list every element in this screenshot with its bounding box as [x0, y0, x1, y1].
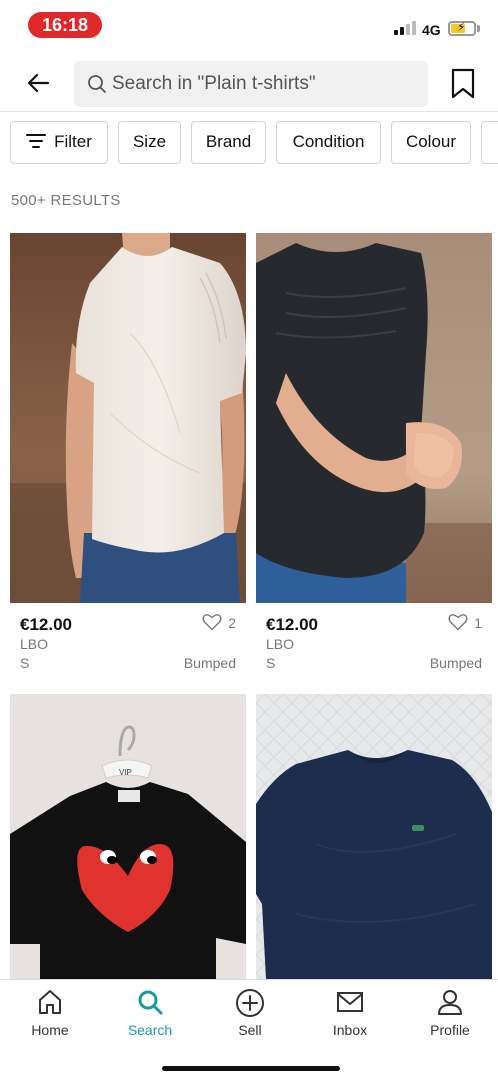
item-card[interactable]: VIP	[10, 694, 246, 979]
heart-icon	[202, 614, 222, 631]
battery-icon: ⚡	[448, 20, 476, 36]
item-size: S	[20, 655, 30, 671]
filter-chip-label: Size	[132, 132, 167, 151]
search-input[interactable]	[112, 61, 417, 107]
item-photo[interactable]	[256, 233, 492, 603]
item-photo[interactable]: VIP	[10, 694, 246, 979]
item-card[interactable]: €12.00 1 LBO S Bumped	[256, 233, 492, 671]
nav-search-label: Search	[127, 1022, 173, 1038]
network-label: 4G	[422, 22, 441, 38]
hanger-label: VIP	[119, 768, 132, 777]
item-card[interactable]: €12.00 2 LBO S Bumped	[10, 233, 246, 671]
filter-chip-label: Condition	[292, 132, 365, 151]
nav-sell[interactable]: Sell	[200, 988, 300, 1038]
save-search-bookmark-icon[interactable]	[450, 68, 476, 100]
item-size: S	[266, 655, 276, 671]
back-arrow-icon[interactable]	[24, 68, 54, 98]
status-bar: 16:18 4G ⚡	[0, 0, 498, 52]
favourite-count: 2	[228, 615, 236, 631]
status-time: 16:18	[28, 12, 102, 38]
filter-chips-row: Filter Size Brand Condition Colour	[10, 121, 498, 165]
bottom-navigation: Home Search Sell Inbox Profile	[0, 979, 498, 1080]
mail-icon	[337, 992, 363, 1012]
filter-chip-filter[interactable]: Filter	[10, 121, 108, 164]
item-card[interactable]	[256, 694, 492, 979]
nav-profile-label: Profile	[430, 1022, 470, 1038]
item-photo[interactable]	[10, 233, 246, 603]
nav-search[interactable]: Search	[100, 988, 200, 1038]
item-price: €12.00	[266, 615, 318, 634]
filter-chip-label: Filter	[54, 132, 92, 151]
filter-chip-colour[interactable]: Colour	[391, 121, 471, 164]
filter-chip-label: Brand	[205, 132, 252, 151]
nav-inbox-label: Inbox	[332, 1022, 368, 1038]
item-brand: LBO	[266, 636, 295, 652]
search-icon	[88, 75, 106, 93]
bumped-label: Bumped	[183, 655, 236, 671]
filter-lines-icon	[26, 133, 47, 148]
filter-chip-condition[interactable]: Condition	[276, 121, 381, 164]
search-bar[interactable]	[74, 61, 428, 107]
nav-inbox[interactable]: Inbox	[300, 988, 400, 1038]
nav-sell-label: Sell	[238, 1022, 262, 1038]
signal-icon	[394, 21, 418, 35]
filter-chip-label: Colour	[405, 132, 457, 151]
nav-profile[interactable]: Profile	[400, 988, 498, 1038]
results-count: 500+ RESULTS	[11, 192, 121, 209]
nav-home-label: Home	[31, 1022, 69, 1038]
home-indicator	[162, 1066, 340, 1071]
search-header	[0, 52, 498, 112]
filter-chip-size[interactable]: Size	[118, 121, 181, 164]
bumped-label: Bumped	[429, 655, 482, 671]
item-brand: LBO	[20, 636, 49, 652]
home-icon	[39, 990, 61, 1014]
favourite-count: 1	[474, 615, 482, 631]
search-icon	[138, 990, 163, 1015]
plus-circle-icon	[236, 989, 264, 1017]
item-photo[interactable]	[256, 694, 492, 979]
item-price: €12.00	[20, 615, 72, 634]
filter-chip-more[interactable]	[481, 121, 498, 164]
nav-home[interactable]: Home	[0, 988, 100, 1038]
heart-icon	[448, 614, 468, 631]
profile-icon	[438, 990, 462, 1015]
filter-chip-brand[interactable]: Brand	[191, 121, 266, 164]
